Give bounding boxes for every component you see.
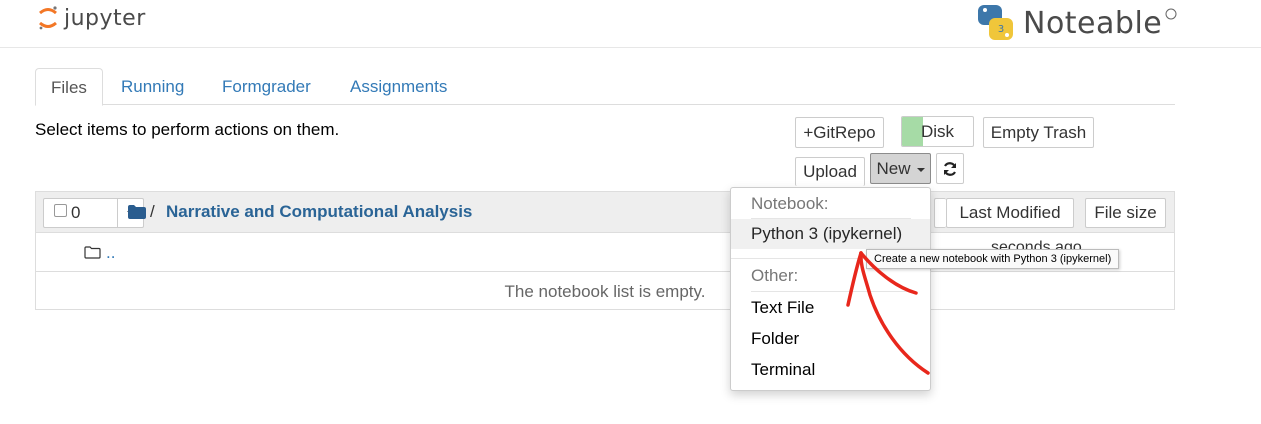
upload-button[interactable]: Upload	[795, 157, 865, 186]
noteable-wordmark: Noteable	[1023, 5, 1163, 41]
empty-list-message: The notebook list is empty.	[504, 282, 706, 301]
gitrepo-button[interactable]: +GitRepo	[795, 117, 884, 148]
tab-files[interactable]: Files	[35, 68, 103, 106]
refresh-icon	[943, 161, 957, 176]
notebook-list-header: 0 / Narrative and Computational Analysis…	[36, 192, 1174, 233]
empty-trash-button[interactable]: Empty Trash	[983, 117, 1094, 148]
tab-bar: Files Running Formgrader Assignments	[35, 68, 1175, 106]
disk-label: Disk	[920, 121, 955, 141]
folder-solid-icon[interactable]	[128, 205, 146, 219]
breadcrumb-folder-link[interactable]: Narrative and Computational Analysis	[166, 202, 472, 222]
disk-usage-button[interactable]: Disk	[901, 116, 974, 147]
jupyter-wordmark: jupyter	[64, 5, 146, 31]
tab-assignments[interactable]: Assignments	[335, 68, 462, 105]
new-label: New	[876, 158, 911, 178]
sort-name-button[interactable]	[934, 198, 946, 228]
sort-last-modified-button[interactable]: Last Modified	[946, 198, 1074, 228]
breadcrumb-separator: /	[150, 202, 155, 221]
jupyter-icon	[39, 6, 57, 30]
annotation-arrow-icon	[846, 251, 930, 375]
refresh-button[interactable]	[936, 153, 964, 184]
registered-icon	[1165, 8, 1177, 20]
tab-running[interactable]: Running	[106, 68, 199, 105]
python-version-badge: 3	[998, 24, 1004, 35]
tab-formgrader[interactable]: Formgrader	[207, 68, 326, 105]
jupyter-logo[interactable]: jupyter	[38, 4, 146, 32]
header-bar: jupyter 3 Noteable	[0, 0, 1261, 48]
selection-hint: Select items to perform actions on them.	[35, 120, 340, 139]
new-dropdown-button[interactable]: New	[870, 153, 931, 184]
select-all-button[interactable]: 0	[43, 198, 118, 228]
caret-down-icon	[916, 167, 925, 172]
menu-header-notebook: Notebook:	[751, 194, 829, 213]
parent-directory-link[interactable]: ..	[106, 243, 115, 263]
folder-outline-icon	[84, 246, 101, 259]
selected-count: 0	[71, 203, 81, 222]
python-icon: 3	[978, 5, 1013, 40]
select-all-checkbox[interactable]	[54, 203, 67, 217]
noteable-logo[interactable]: 3 Noteable	[975, 2, 1177, 44]
sort-file-size-button[interactable]: File size	[1085, 198, 1166, 228]
